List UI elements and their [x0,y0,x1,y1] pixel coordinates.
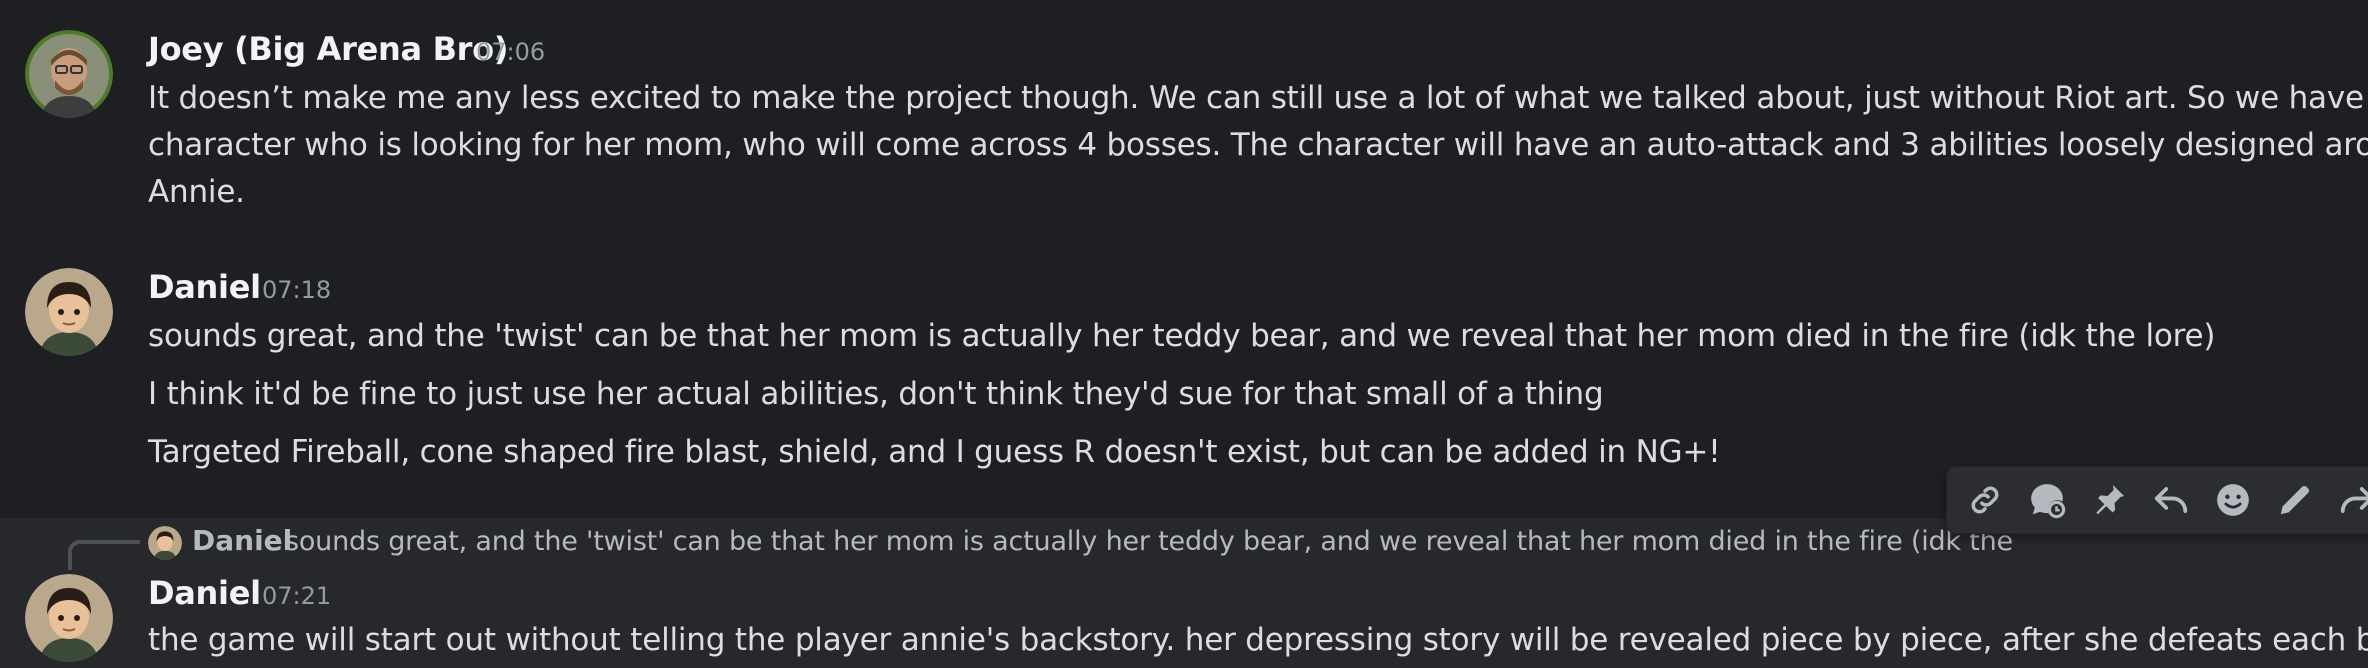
message-text-line: Annie. [148,174,245,210]
reply-author[interactable]: Daniel [192,524,292,557]
thread-icon[interactable] [2021,474,2073,526]
reply-connector [68,540,140,570]
message-joey: Joey (Big Arena Bro) 07:06 It doesn’t ma… [0,0,2368,250]
reply-icon[interactable] [2145,474,2197,526]
reply-avatar[interactable] [148,526,182,560]
message-author[interactable]: Daniel [148,574,261,612]
avatar[interactable] [25,268,113,356]
message-author[interactable]: Joey (Big Arena Bro) [148,30,508,68]
message-text-line: the game will start out without telling … [148,622,2368,658]
message-timestamp[interactable]: 07:06 [476,38,545,66]
message-text-line: sounds great, and the 'twist' can be tha… [148,318,2216,354]
pin-icon[interactable] [2083,474,2135,526]
reaction-icon[interactable] [2207,474,2259,526]
message-hover-toolbar [1946,466,2368,534]
avatar[interactable] [25,30,113,118]
message-timestamp[interactable]: 07:18 [262,276,331,304]
message-text-line: I think it'd be fine to just use her act… [148,376,1604,412]
chat-message-list: Joey (Big Arena Bro) 07:06 It doesn’t ma… [0,0,2368,668]
message-text-line: Targeted Fireball, cone shaped fire blas… [148,434,1721,470]
edit-icon[interactable] [2269,474,2321,526]
message-text-line: It doesn’t make me any less excited to m… [148,80,2368,116]
reply-preview-text[interactable]: sounds great, and the 'twist' can be tha… [285,526,2015,557]
avatar[interactable] [25,574,113,662]
message-author[interactable]: Daniel [148,268,261,306]
message-timestamp[interactable]: 07:21 [262,582,331,610]
message-text-line: character who is looking for her mom, wh… [148,127,2368,163]
forward-icon[interactable] [2331,474,2368,526]
link-icon[interactable] [1959,474,2011,526]
